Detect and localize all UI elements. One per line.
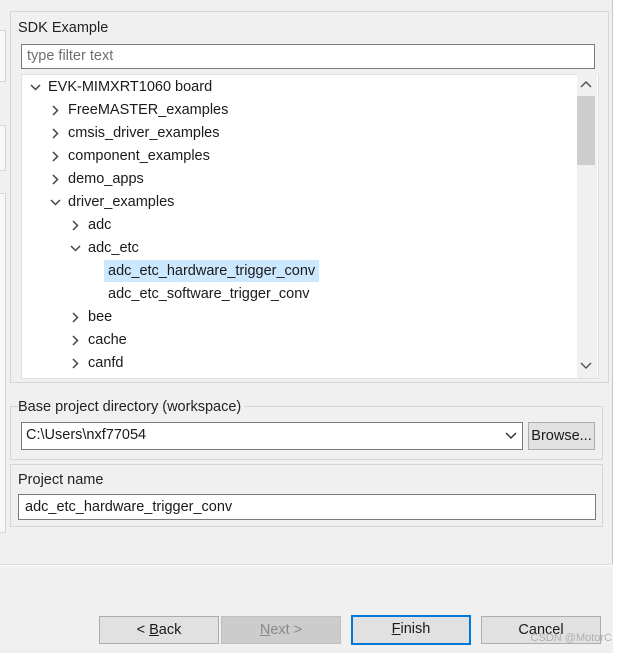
back-mnemonic: B	[149, 622, 159, 638]
project-name-value: adc_etc_hardware_trigger_conv	[25, 499, 233, 515]
base-dir-value: C:\Users\nxf77054	[26, 427, 147, 443]
tree-item-label: bee	[88, 309, 113, 325]
tree-item-label: adc_etc_software_trigger_conv	[108, 286, 310, 302]
chevron-right-icon[interactable]	[48, 99, 62, 121]
tree-item-label: EVK-MIMXRT1060 board	[48, 79, 213, 95]
tree-item-label: FreeMASTER_examples	[68, 102, 229, 118]
chevron-right-icon[interactable]	[48, 122, 62, 144]
tree-item[interactable]: driver_examples	[22, 191, 577, 213]
finish-rest: inish	[400, 621, 431, 637]
browse-button[interactable]: Browse...	[528, 422, 595, 450]
tree-item-label: adc_etc	[88, 240, 139, 256]
tree-item[interactable]: demo_apps	[22, 168, 577, 190]
back-button[interactable]: < Back	[99, 616, 219, 644]
next-mnemonic: N	[259, 622, 271, 638]
background-panel-fragment	[0, 30, 6, 82]
finish-button[interactable]: Finish	[351, 615, 471, 645]
tree-item[interactable]: adc	[22, 214, 577, 236]
project-name-label: Project name	[18, 472, 104, 488]
tree-item-label: cache	[88, 332, 127, 348]
back-prefix: <	[136, 622, 150, 638]
chevron-down-icon[interactable]	[28, 76, 42, 98]
tree-item-label: adc	[88, 217, 112, 233]
chevron-down-icon[interactable]	[48, 191, 62, 213]
tree-item[interactable]: FreeMASTER_examples	[22, 99, 577, 121]
chevron-right-icon[interactable]	[68, 329, 82, 351]
scroll-down-icon[interactable]	[577, 356, 595, 376]
chevron-right-icon[interactable]	[68, 352, 82, 374]
window-edge-line	[612, 0, 613, 565]
tree-item[interactable]: canfd	[22, 352, 577, 374]
next-button[interactable]: Next >	[221, 616, 341, 644]
tree-item-label: canfd	[88, 355, 124, 371]
scrollbar-thumb[interactable]	[577, 96, 595, 165]
tree-item[interactable]: adc_etc_software_trigger_conv	[22, 283, 577, 305]
next-rest: ext >	[270, 622, 303, 638]
window-edge	[613, 0, 626, 653]
chevron-right-icon[interactable]	[68, 306, 82, 328]
tree-item-label: demo_apps	[68, 171, 144, 187]
dropdown-chevron-icon[interactable]	[500, 423, 522, 449]
chevron-down-icon[interactable]	[68, 237, 82, 259]
filter-field[interactable]	[21, 44, 595, 69]
tree-item[interactable]: cmsis_driver_examples	[22, 122, 577, 144]
tree-item[interactable]: bee	[22, 306, 577, 328]
tree-item[interactable]: adc_etc_hardware_trigger_conv	[22, 260, 577, 282]
background-panel-fragment	[0, 193, 6, 533]
scroll-up-icon[interactable]	[577, 74, 595, 94]
sdk-example-label: SDK Example	[18, 20, 109, 36]
tree-item-label: cmsis_driver_examples	[68, 125, 220, 141]
filter-input[interactable]	[27, 48, 589, 64]
tree-item-label: driver_examples	[68, 194, 175, 210]
background-panel-fragment	[0, 125, 6, 171]
finish-mnemonic: F	[391, 621, 401, 637]
tree-item[interactable]: EVK-MIMXRT1060 board	[22, 76, 577, 98]
tree-item[interactable]: cache	[22, 329, 577, 351]
back-rest: ack	[158, 622, 182, 638]
tree-item[interactable]: component_examples	[22, 145, 577, 167]
chevron-right-icon[interactable]	[48, 145, 62, 167]
base-dir-combo[interactable]: C:\Users\nxf77054	[21, 422, 523, 450]
chevron-right-icon[interactable]	[48, 168, 62, 190]
example-tree[interactable]: EVK-MIMXRT1060 board FreeMASTER_examplesc…	[21, 74, 599, 379]
tree-item[interactable]: adc_etc	[22, 237, 577, 259]
tree-item-label: adc_etc_hardware_trigger_conv	[104, 260, 320, 282]
watermark: CSDN @MotorC	[530, 632, 612, 644]
tree-item-label: component_examples	[68, 148, 210, 164]
project-name-field[interactable]: adc_etc_hardware_trigger_conv	[18, 494, 596, 520]
base-dir-label: Base project directory (workspace)	[18, 399, 245, 415]
chevron-right-icon[interactable]	[68, 214, 82, 236]
